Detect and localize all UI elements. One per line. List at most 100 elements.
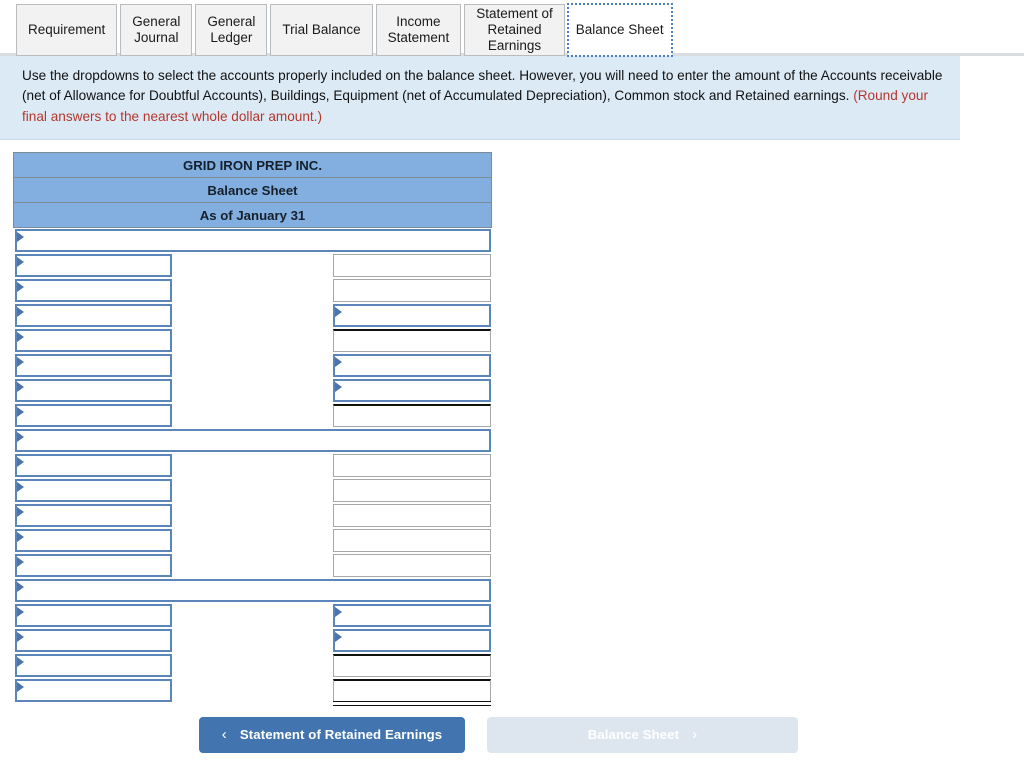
tab-general-ledger[interactable]: General Ledger [195, 4, 268, 56]
amount-input[interactable] [333, 553, 491, 577]
amount-input[interactable] [333, 403, 491, 427]
dropdown-caret-icon [16, 356, 25, 367]
amount-input[interactable] [333, 528, 491, 552]
amount-cell [332, 378, 491, 403]
dropdown-caret-icon [16, 306, 25, 317]
column-gap [173, 678, 332, 703]
amount-input[interactable] [333, 253, 491, 277]
amount-cell [332, 528, 491, 553]
column-gap [173, 278, 332, 303]
amount-cell [332, 478, 491, 503]
statement-title-row: Balance Sheet [13, 177, 492, 204]
dropdown-caret-icon [335, 631, 343, 642]
column-gap [173, 478, 332, 503]
tab-general-journal[interactable]: General Journal [120, 4, 193, 56]
dropdown-caret-icon [16, 431, 25, 442]
balance-sheet-row [14, 303, 492, 328]
account-select[interactable] [14, 278, 172, 302]
balance-sheet-row [14, 278, 492, 303]
balance-sheet-row [14, 528, 492, 553]
amount-cell [332, 628, 491, 653]
account-select[interactable] [14, 528, 172, 552]
amount-input[interactable] [333, 453, 491, 477]
balance-sheet-container: GRID IRON PREP INC. Balance Sheet As of … [0, 140, 1024, 706]
amount-cell [332, 503, 491, 528]
account-select[interactable] [14, 603, 172, 627]
amount-select[interactable] [333, 603, 491, 627]
account-label-cell [14, 328, 173, 353]
amount-input[interactable] [333, 653, 491, 677]
amount-select[interactable] [333, 303, 491, 327]
amount-cell [332, 353, 491, 378]
account-select[interactable] [14, 653, 172, 677]
amount-select[interactable] [333, 378, 491, 402]
account-select[interactable] [14, 403, 172, 427]
account-label-cell [14, 228, 492, 253]
account-label-cell [14, 503, 173, 528]
account-select[interactable] [14, 628, 172, 652]
dropdown-caret-icon [335, 381, 343, 392]
tab-income-statement[interactable]: Income Statement [375, 4, 462, 56]
account-label-cell [14, 553, 173, 578]
account-select[interactable] [14, 578, 491, 602]
amount-select[interactable] [333, 353, 491, 377]
account-label-cell [14, 478, 173, 503]
account-select[interactable] [14, 353, 172, 377]
next-statement-label: Balance Sheet [587, 727, 680, 743]
previous-statement-label: Statement of Retained Earnings [239, 727, 443, 743]
amount-cell [332, 678, 491, 706]
tab-trial-balance[interactable]: Trial Balance [270, 4, 373, 56]
balance-sheet-row [14, 428, 492, 453]
balance-sheet-row [14, 603, 492, 628]
account-select[interactable] [14, 478, 172, 502]
account-select[interactable] [14, 428, 491, 452]
instructions-text: Use the dropdowns to select the accounts… [22, 68, 943, 104]
account-select[interactable] [14, 678, 172, 702]
tab-statement-of-retained-earnings[interactable]: Statement of Retained Earnings [464, 4, 565, 56]
column-gap [173, 303, 332, 328]
tab-label: Income Statement [387, 14, 450, 45]
tab-requirement[interactable]: Requirement [16, 4, 118, 56]
chevron-right-icon: › [692, 726, 698, 744]
company-header-row: GRID IRON PREP INC. [13, 152, 492, 179]
dropdown-caret-icon [16, 681, 25, 692]
balance-sheet-row [14, 653, 492, 678]
column-gap [173, 328, 332, 353]
account-select[interactable] [14, 453, 172, 477]
dropdown-caret-icon [16, 232, 25, 243]
account-select[interactable] [14, 303, 172, 327]
account-select[interactable] [14, 553, 172, 577]
tab-label: Trial Balance [282, 22, 361, 38]
column-gap [173, 603, 332, 628]
amount-cell [332, 328, 491, 353]
account-select[interactable] [14, 229, 491, 252]
account-select[interactable] [14, 328, 172, 352]
previous-statement-button[interactable]: ‹ Statement of Retained Earnings [199, 716, 465, 753]
amount-input[interactable] [333, 678, 491, 706]
amount-select[interactable] [333, 628, 491, 652]
column-gap [173, 403, 332, 428]
account-select[interactable] [14, 378, 172, 402]
amount-cell [332, 403, 491, 428]
navigation-bar: ‹ Statement of Retained Earnings Balance… [0, 703, 1024, 753]
balance-sheet-row [14, 328, 492, 353]
amount-input[interactable] [333, 278, 491, 302]
dropdown-caret-icon [16, 556, 25, 567]
dropdown-caret-icon [16, 581, 25, 592]
balance-sheet-row [14, 578, 492, 603]
dropdown-caret-icon [16, 631, 25, 642]
amount-cell [332, 253, 491, 278]
dropdown-caret-icon [16, 281, 25, 292]
dropdown-caret-icon [16, 481, 25, 492]
tab-balance-sheet[interactable]: Balance Sheet [566, 3, 673, 57]
column-gap [173, 503, 332, 528]
column-gap [173, 353, 332, 378]
account-select[interactable] [14, 503, 172, 527]
balance-sheet-row [14, 678, 492, 706]
amount-input[interactable] [333, 328, 491, 352]
next-statement-button[interactable]: Balance Sheet › [487, 716, 798, 753]
statement-period: As of January 31 [13, 202, 492, 229]
amount-input[interactable] [333, 503, 491, 527]
account-select[interactable] [14, 253, 172, 277]
amount-input[interactable] [333, 478, 491, 502]
